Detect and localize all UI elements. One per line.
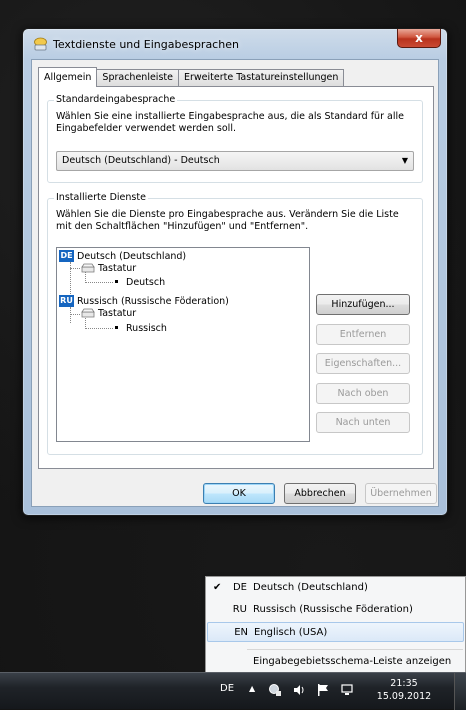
- network-icon[interactable]: [268, 683, 282, 697]
- menu-item-code: EN: [234, 627, 248, 638]
- chevron-up-icon[interactable]: ▲: [249, 684, 255, 693]
- tree-connector: [70, 314, 80, 315]
- description-line: Wählen Sie die Dienste pro Eingabesprach…: [56, 209, 399, 220]
- keyboard-icon: [81, 308, 95, 318]
- title-bar[interactable]: Textdienste und Eingabesprachen x: [23, 29, 447, 59]
- input-language-indicator[interactable]: DE: [220, 683, 234, 694]
- default-language-legend: Standardeingabesprache: [54, 94, 178, 105]
- tree-connector: [70, 262, 71, 294]
- bullet-icon: [115, 326, 118, 329]
- action-center-icon[interactable]: [340, 683, 354, 697]
- clock-date: 15.09.2012: [376, 691, 432, 702]
- tab-panel-general: Standardeingabesprache Wählen Sie eine i…: [38, 86, 434, 469]
- tree-item-label: Tastatur: [98, 263, 137, 274]
- taskbar: DE ▲ 21:35 15.09.2012: [0, 672, 466, 710]
- description-line: Eingabefelder verwendet werden soll.: [56, 123, 236, 134]
- tree-connector: [85, 328, 113, 329]
- apply-button[interactable]: Übernehmen: [365, 483, 437, 504]
- tree-item-label: Russisch: [126, 323, 167, 334]
- language-popup-menu: ✔ DE Deutsch (Deutschland) RU Russisch (…: [205, 576, 466, 673]
- description-line: mit den Schaltflächen "Hinzufügen" und "…: [56, 221, 309, 232]
- bullet-icon: [115, 280, 118, 283]
- tree-item-layout-russisch[interactable]: Russisch: [115, 322, 167, 336]
- menu-item-code: DE: [232, 582, 247, 593]
- menu-item-label: Deutsch (Deutschland): [253, 582, 368, 593]
- menu-item-show-language-bar[interactable]: Eingabegebietsschema-Leiste anzeigen: [207, 652, 464, 672]
- menu-item-label: Russisch (Russische Föderation): [253, 604, 413, 615]
- tree-item-label: Russisch (Russische Föderation): [77, 296, 229, 307]
- tree-connector: [70, 307, 71, 323]
- installed-services-group: Installierte Dienste Wählen Sie die Dien…: [47, 192, 423, 455]
- menu-item-de[interactable]: ✔ DE Deutsch (Deutschland): [207, 578, 464, 598]
- clock-time: 21:35: [390, 678, 418, 689]
- installed-services-legend: Installierte Dienste: [54, 192, 148, 203]
- default-language-dropdown[interactable]: Deutsch (Deutschland) - Deutsch ▼: [56, 151, 414, 171]
- menu-separator: [247, 649, 463, 650]
- system-clock[interactable]: 21:35 15.09.2012: [376, 677, 432, 703]
- tree-item-label: Deutsch (Deutschland): [77, 251, 187, 262]
- move-up-button[interactable]: Nach oben: [316, 383, 410, 404]
- tree-item-label: Deutsch: [126, 277, 166, 288]
- flag-icon[interactable]: [316, 683, 330, 697]
- tree-item-keyboard-category[interactable]: Tastatur: [81, 262, 136, 276]
- tab-language-bar[interactable]: Sprachenleiste: [96, 69, 179, 87]
- tab-advanced-keyboard[interactable]: Erweiterte Tastatureinstellungen: [177, 69, 345, 87]
- language-badge: DE: [59, 250, 74, 262]
- text-services-icon: [34, 37, 47, 51]
- properties-button[interactable]: Eigenschaften...: [316, 353, 410, 374]
- checkmark-icon: ✔: [213, 582, 222, 593]
- cancel-button[interactable]: Abbrechen: [284, 483, 356, 504]
- window-title: Textdienste und Eingabesprachen: [53, 38, 239, 51]
- menu-item-ru[interactable]: RU Russisch (Russische Föderation): [207, 600, 464, 620]
- move-down-button[interactable]: Nach unten: [316, 412, 410, 433]
- installed-services-description: Wählen Sie die Dienste pro Eingabesprach…: [56, 209, 399, 233]
- tree-item-label: Tastatur: [98, 308, 137, 319]
- dropdown-value: Deutsch (Deutschland) - Deutsch: [62, 155, 220, 166]
- default-language-description: Wählen Sie eine installierte Eingabespra…: [56, 111, 404, 135]
- dialog-client: Allgemein Sprachenleiste Erweiterte Tast…: [31, 59, 439, 507]
- tree-item-keyboard-category[interactable]: Tastatur: [81, 307, 136, 321]
- volume-icon[interactable]: [292, 683, 306, 697]
- tree-item-layout-deutsch[interactable]: Deutsch: [115, 276, 165, 290]
- chevron-down-icon: ▼: [401, 156, 408, 165]
- remove-button[interactable]: Entfernen: [316, 324, 410, 345]
- menu-item-label: Englisch (USA): [254, 627, 328, 638]
- dialog-window: Textdienste und Eingabesprachen x Allgem…: [22, 28, 448, 516]
- show-desktop-button[interactable]: [454, 673, 466, 710]
- installed-services-tree[interactable]: DE Deutsch (Deutschland) Tastatur Deutsch…: [56, 247, 310, 442]
- description-line: Wählen Sie eine installierte Eingabespra…: [56, 111, 404, 122]
- keyboard-icon: [81, 263, 95, 273]
- menu-item-en[interactable]: EN Englisch (USA): [207, 622, 464, 642]
- menu-item-code: RU: [232, 604, 247, 615]
- ok-button[interactable]: OK: [203, 483, 275, 504]
- default-language-group: Standardeingabesprache Wählen Sie eine i…: [47, 94, 423, 183]
- add-button[interactable]: Hinzufügen...: [316, 294, 410, 315]
- menu-item-label: Eingabegebietsschema-Leiste anzeigen: [253, 656, 452, 667]
- tree-connector: [70, 268, 80, 269]
- tab-strip: Allgemein Sprachenleiste Erweiterte Tast…: [38, 67, 345, 87]
- language-badge: RU: [59, 295, 74, 307]
- close-button[interactable]: x: [397, 29, 441, 48]
- tab-general[interactable]: Allgemein: [38, 67, 98, 87]
- tree-connector: [85, 282, 113, 283]
